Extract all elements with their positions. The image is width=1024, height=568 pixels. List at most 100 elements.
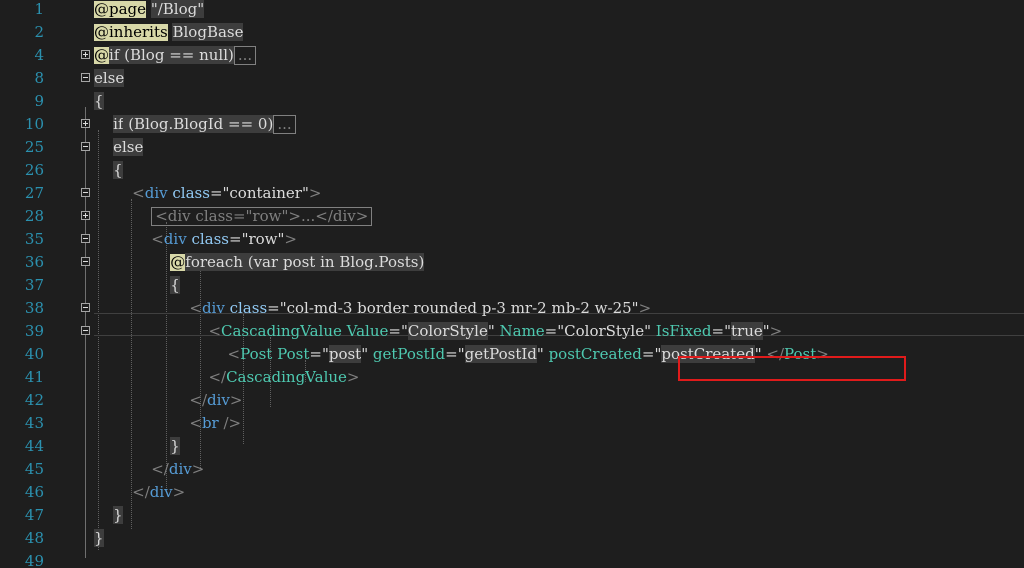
code-line[interactable]: 28 <div class="row">...</div>: [0, 205, 1024, 228]
code-token: {: [113, 161, 123, 179]
code-token: >: [308, 184, 322, 202]
collapse-icon[interactable]: [81, 326, 90, 335]
code-line[interactable]: 46 </div>: [0, 481, 1024, 504]
code-token: BlogBase: [172, 23, 244, 41]
code-text: <CascadingValue Value="ColorStyle" Name=…: [94, 320, 782, 343]
collapse-icon[interactable]: [81, 303, 90, 312]
code-token: Post: [277, 345, 310, 363]
code-text: {: [94, 159, 123, 182]
code-token: div: [163, 230, 187, 248]
line-number: 47: [24, 506, 44, 524]
code-text: else: [94, 136, 144, 159]
code-line[interactable]: 47 }: [0, 504, 1024, 527]
code-text: <div class="row">: [94, 228, 297, 251]
collapse-icon[interactable]: [81, 234, 90, 243]
collapse-icon[interactable]: [81, 257, 90, 266]
collapse-icon[interactable]: [81, 73, 90, 82]
code-token: >: [769, 322, 783, 340]
code-token: ": [487, 322, 500, 340]
code-line[interactable]: 25 else: [0, 136, 1024, 159]
code-line[interactable]: 35 <div class="row">: [0, 228, 1024, 251]
code-token: @: [94, 46, 109, 64]
code-token: if: [113, 115, 124, 133]
line-number: 27: [24, 184, 44, 202]
expand-icon[interactable]: [81, 211, 90, 220]
code-line[interactable]: 43 <br />: [0, 412, 1024, 435]
code-line[interactable]: 27 <div class="container">: [0, 182, 1024, 205]
code-text: </div>: [94, 481, 185, 504]
code-line[interactable]: 37 {: [0, 274, 1024, 297]
code-line[interactable]: 26 {: [0, 159, 1024, 182]
code-line[interactable]: 48}: [0, 527, 1024, 550]
code-token: </: [208, 368, 227, 386]
code-token: {: [94, 92, 104, 110]
code-line[interactable]: 38 <div class="col-md-3 border rounded p…: [0, 297, 1024, 320]
code-text: </div>: [94, 458, 204, 481]
collapse-icon[interactable]: [81, 142, 90, 151]
line-number: 45: [24, 460, 44, 478]
code-token: div: [149, 483, 173, 501]
expand-icon[interactable]: [81, 119, 90, 128]
code-token: >: [638, 299, 652, 317]
code-line[interactable]: 1 @page "/Blog": [0, 0, 1024, 21]
code-line[interactable]: 42 </div>: [0, 389, 1024, 412]
collapsed-region[interactable]: ...: [233, 46, 257, 65]
code-token: <: [227, 345, 241, 363]
code-line[interactable]: 36 @foreach (var post in Blog.Posts): [0, 251, 1024, 274]
code-line[interactable]: 8 else: [0, 67, 1024, 90]
collapsed-region[interactable]: ...: [273, 115, 296, 134]
line-number: 35: [24, 230, 44, 248]
code-token: {: [170, 276, 180, 294]
code-editor[interactable]: 1 @page "/Blog" 2 @inherits BlogBase 4 @if (B…: [0, 0, 1024, 568]
code-token: <: [189, 299, 202, 317]
code-token: ="row": [229, 230, 285, 248]
code-token: }: [94, 529, 104, 547]
line-number: 9: [34, 92, 44, 110]
code-line[interactable]: 2 @inherits BlogBase: [0, 21, 1024, 44]
code-token: }: [170, 437, 180, 455]
code-text: <br />: [94, 412, 241, 435]
code-token: CascadingValue: [226, 368, 347, 386]
collapsed-region[interactable]: <div class="row">...</div>: [151, 207, 373, 226]
code-line[interactable]: 44 }: [0, 435, 1024, 458]
code-text: <div class="row">...</div>: [94, 205, 373, 228]
code-token: </: [189, 391, 207, 409]
line-number: 37: [24, 276, 44, 294]
line-number: 25: [24, 138, 44, 156]
code-line[interactable]: 4 @if (Blog == null)...: [0, 44, 1024, 67]
code-token: ColorStyle: [407, 322, 488, 340]
code-token: IsFixed: [655, 322, 712, 340]
line-number: 2: [34, 23, 44, 41]
code-token: =": [641, 345, 662, 363]
collapse-icon[interactable]: [81, 188, 90, 197]
code-text: @inherits BlogBase: [94, 21, 244, 44]
code-token: =": [388, 322, 408, 340]
code-line[interactable]: 9{: [0, 90, 1024, 113]
line-number: 26: [24, 161, 44, 179]
code-token: ": [762, 322, 770, 340]
code-text: </div>: [94, 389, 242, 412]
code-token: ": [361, 345, 373, 363]
expand-icon[interactable]: [81, 50, 90, 59]
line-number: 48: [24, 529, 44, 547]
code-token: post: [328, 345, 362, 363]
code-line[interactable]: 49: [0, 550, 1024, 568]
code-line[interactable]: 45 </div>: [0, 458, 1024, 481]
code-line[interactable]: 39 <CascadingValue Value="ColorStyle" Na…: [0, 320, 1024, 343]
code-token: <: [189, 414, 202, 432]
code-token: in: [320, 253, 335, 271]
code-line[interactable]: 10 if (Blog.BlogId == 0)...: [0, 113, 1024, 136]
code-token: =": [309, 345, 329, 363]
